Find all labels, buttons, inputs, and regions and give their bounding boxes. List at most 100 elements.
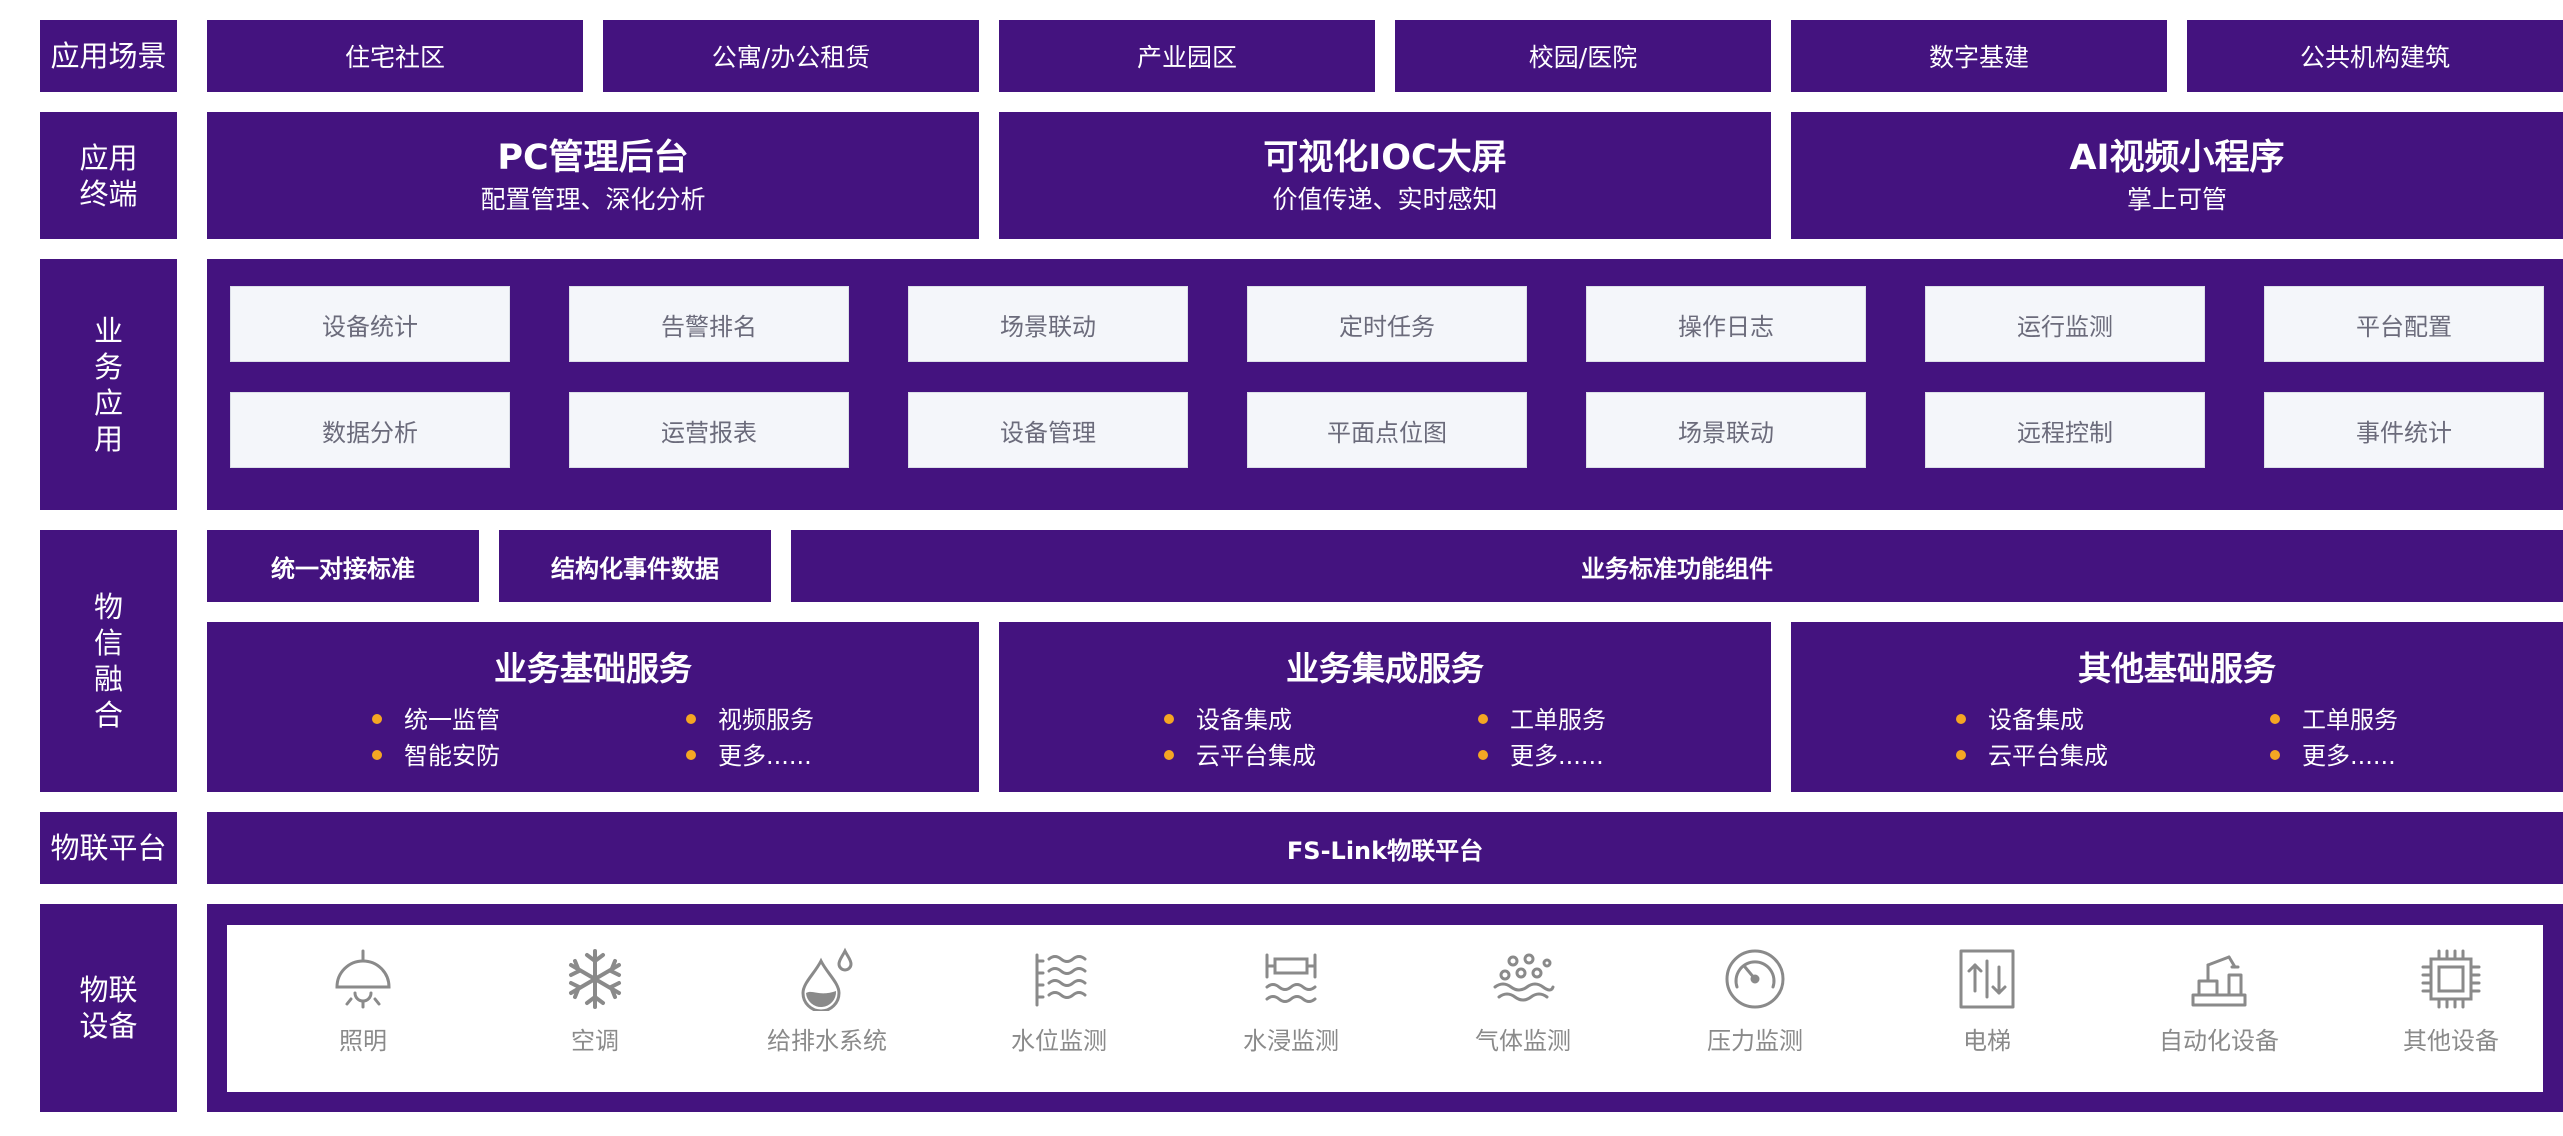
- row-label-line: 融: [93, 662, 123, 696]
- service-item: 设备集成: [1164, 705, 1292, 735]
- bullet-dot: [1164, 714, 1174, 724]
- terminal-title: PC管理后台: [497, 137, 689, 178]
- device-item: 电梯: [1887, 925, 2087, 1056]
- device-label: 水位监测: [1011, 1027, 1107, 1055]
- row-label-line: 设备: [79, 1009, 138, 1043]
- service-item: 统一监管: [372, 705, 500, 735]
- device-label: 照明: [339, 1027, 387, 1055]
- service-item: 设备集成: [1956, 705, 2084, 735]
- business-cell: 设备统计: [230, 286, 510, 362]
- devices-inner: 照明 空调 给排水系统 水位监测 水浸监测 气体监测 压力监测 电梯 自动化设备…: [227, 925, 2543, 1092]
- business-cell: 事件统计: [2264, 392, 2544, 468]
- service-block: 业务基础服务 统一监管 视频服务 智能安防 更多......: [207, 622, 979, 792]
- row-label-terminals: 应用 终端: [40, 112, 177, 239]
- business-cell: 运营报表: [569, 392, 849, 468]
- bullet-dot: [2270, 750, 2280, 760]
- device-label: 空调: [571, 1027, 619, 1055]
- row-label-line: 应: [93, 385, 123, 420]
- scenario-cell: 公寓/办公租赁: [603, 20, 979, 92]
- scenario-cell: 住宅社区: [207, 20, 583, 92]
- device-item: 压力监测: [1655, 925, 1855, 1056]
- fusion-component-cell: 业务标准功能组件: [791, 530, 2563, 602]
- gas-icon: [1493, 953, 1555, 1002]
- device-label: 自动化设备: [2159, 1027, 2279, 1055]
- row-label-devices: 物联 设备: [40, 904, 177, 1112]
- device-item: 水浸监测: [1191, 925, 1391, 1056]
- service-block: 其他基础服务 设备集成 工单服务 云平台集成 更多......: [1791, 622, 2563, 792]
- row-label-line: 务: [93, 349, 123, 384]
- row-label-line: 合: [93, 698, 123, 732]
- terminal-subtitle: 掌上可管: [2126, 184, 2227, 214]
- business-cell: 场景联动: [1586, 392, 1866, 468]
- service-item-text: 云平台集成: [1196, 742, 1316, 770]
- service-item-text: 工单服务: [2302, 706, 2398, 734]
- service-title: 业务集成服务: [1286, 649, 1484, 688]
- scenario-cell: 公共机构建筑: [2187, 20, 2563, 92]
- pressure-gauge-icon: [1725, 949, 1785, 1009]
- device-label: 给排水系统: [767, 1027, 887, 1055]
- terminal-title: 可视化IOC大屏: [1263, 137, 1507, 178]
- row-label-line: 物: [93, 590, 123, 624]
- business-cell: 设备管理: [908, 392, 1188, 468]
- business-cell: 操作日志: [1586, 286, 1866, 362]
- business-cell: 场景联动: [908, 286, 1188, 362]
- bullet-dot: [372, 750, 382, 760]
- row-label-platform: 物联平台: [40, 812, 177, 884]
- business-cell: 数据分析: [230, 392, 510, 468]
- elevator-icon: [1959, 949, 2015, 1009]
- fusion-event-data-cell: 结构化事件数据: [499, 530, 771, 602]
- service-item: 更多......: [686, 741, 812, 771]
- flood-sensor-icon: [1265, 953, 1317, 1003]
- device-item: 照明: [263, 925, 463, 1056]
- service-item-text: 设备集成: [1988, 706, 2084, 734]
- device-label: 气体监测: [1475, 1027, 1571, 1055]
- service-item-text: 设备集成: [1196, 706, 1292, 734]
- bullet-dot: [1164, 750, 1174, 760]
- business-cell: 告警排名: [569, 286, 849, 362]
- service-item-text: 更多......: [2302, 742, 2396, 770]
- bullet-dot: [1478, 714, 1488, 724]
- water-level-icon: [1035, 953, 1087, 1007]
- service-block: 业务集成服务 设备集成 工单服务 云平台集成 更多......: [999, 622, 1771, 792]
- business-cell: 远程控制: [1925, 392, 2205, 468]
- service-title: 其他基础服务: [2078, 649, 2276, 688]
- bullet-dot: [686, 750, 696, 760]
- device-item: 气体监测: [1423, 925, 1623, 1056]
- device-item: 其他设备: [2351, 925, 2551, 1056]
- devices-panel: 照明 空调 给排水系统 水位监测 水浸监测 气体监测 压力监测 电梯 自动化设备…: [207, 904, 2563, 1112]
- row-label-fusion: 物 信 融 合: [40, 530, 177, 792]
- scenario-cell: 数字基建: [1791, 20, 2167, 92]
- service-item: 更多......: [2270, 741, 2396, 771]
- row-label-scenarios: 应用场景: [40, 20, 177, 92]
- terminal-ioc-screen: 可视化IOC大屏 价值传递、实时感知: [999, 112, 1771, 239]
- service-item-text: 智能安防: [404, 742, 500, 770]
- lamp-icon: [335, 949, 391, 1009]
- bullet-dot: [1478, 750, 1488, 760]
- service-item: 云平台集成: [1164, 741, 1316, 771]
- robot-arm-icon: [2191, 955, 2247, 1007]
- scenario-cell: 校园/医院: [1395, 20, 1771, 92]
- device-item: 空调: [495, 925, 695, 1056]
- terminal-pc-admin: PC管理后台 配置管理、深化分析: [207, 112, 979, 239]
- business-panel: 设备统计 告警排名 场景联动 定时任务 操作日志 运行监测 平台配置 数据分析 …: [207, 259, 2563, 510]
- service-item-text: 更多......: [1510, 742, 1604, 770]
- business-cell: 定时任务: [1247, 286, 1527, 362]
- terminal-title: AI视频小程序: [2069, 137, 2285, 178]
- row-label-business: 业 务 应 用: [40, 259, 177, 510]
- service-title: 业务基础服务: [494, 649, 692, 688]
- service-item-text: 视频服务: [718, 706, 814, 734]
- row-label-line: 业: [93, 313, 123, 348]
- business-cell: 运行监测: [1925, 286, 2205, 362]
- row-label-line: 物联: [79, 973, 138, 1007]
- device-item: 水位监测: [959, 925, 1159, 1056]
- bullet-dot: [1956, 750, 1966, 760]
- device-label: 水浸监测: [1243, 1027, 1339, 1055]
- device-label: 其他设备: [2403, 1027, 2499, 1055]
- row-label-line: 信: [93, 626, 123, 660]
- service-item-text: 统一监管: [404, 706, 500, 734]
- business-cell: 平面点位图: [1247, 392, 1527, 468]
- bullet-dot: [372, 714, 382, 724]
- terminal-subtitle: 配置管理、深化分析: [480, 184, 706, 214]
- service-item-text: 云平台集成: [1988, 742, 2108, 770]
- service-item: 工单服务: [1478, 705, 1606, 735]
